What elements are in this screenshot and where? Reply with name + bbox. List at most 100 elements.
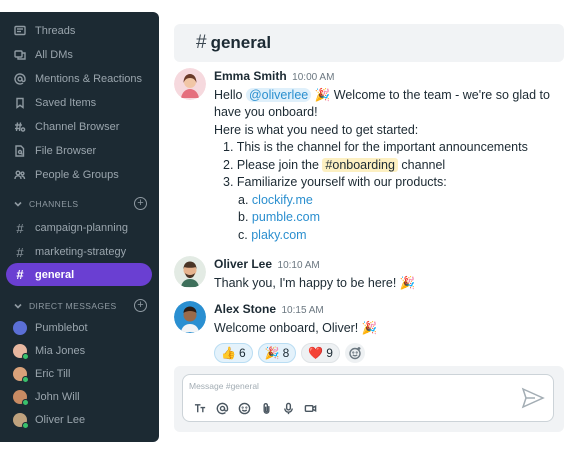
channel-browser-icon xyxy=(13,120,27,134)
list-text: This is the channel for the important an… xyxy=(236,140,528,154)
avatar xyxy=(13,413,29,429)
sidebar-channel-general[interactable]: # general xyxy=(6,263,152,286)
sidebar-item-label: Channel Browser xyxy=(35,121,120,133)
dms-section-header[interactable]: DIRECT MESSAGES + xyxy=(0,298,159,314)
party-icon: 🎉 xyxy=(264,346,280,360)
author-name[interactable]: Emma Smith xyxy=(214,69,287,83)
main-panel: # general Emma Smith 10:00 AM Hello @oli… xyxy=(159,12,577,442)
hash-icon: # xyxy=(16,220,24,236)
channel-header: # general xyxy=(174,24,564,62)
avatar[interactable] xyxy=(174,256,206,288)
all-dms-icon xyxy=(13,48,27,62)
reaction-count: 8 xyxy=(282,346,290,360)
list-item: 2. Please join the #onboarding channel xyxy=(214,157,554,175)
sidebar-item-people[interactable]: People & Groups xyxy=(0,164,159,186)
avatar xyxy=(13,367,29,383)
message-input[interactable] xyxy=(189,379,509,393)
list-item: c. plaky.com xyxy=(214,227,554,245)
reactions-bar: 👍 6 🎉 8 ❤️ 9 xyxy=(214,343,365,363)
dm-label: Mia Jones xyxy=(35,345,86,357)
attachment-icon[interactable] xyxy=(257,399,275,417)
emoji-icon[interactable] xyxy=(235,399,253,417)
sidebar-item-channel-browser[interactable]: Channel Browser xyxy=(0,116,159,138)
channels-section-header[interactable]: CHANNELS + xyxy=(0,196,159,212)
list-item: 1. This is the channel for the important… xyxy=(214,139,554,157)
reaction-count: 6 xyxy=(238,346,246,360)
composer-toolbar xyxy=(191,399,319,417)
party-emoji: 🎉 xyxy=(314,87,331,102)
list-item: b. pumble.com xyxy=(214,209,554,227)
reaction-heart[interactable]: ❤️ 9 xyxy=(301,343,340,363)
timestamp: 10:10 AM xyxy=(277,260,320,271)
sidebar-item-saved[interactable]: Saved Items xyxy=(0,92,159,114)
hash-icon: # xyxy=(16,267,24,282)
people-icon xyxy=(13,168,27,182)
section-title: DIRECT MESSAGES xyxy=(29,301,117,311)
dm-label: Oliver Lee xyxy=(35,414,86,426)
sidebar-item-file-browser[interactable]: File Browser xyxy=(0,140,159,162)
sidebar-item-label: People & Groups xyxy=(35,169,119,181)
message-composer[interactable] xyxy=(182,374,554,422)
channel-tag[interactable]: #onboarding xyxy=(322,157,398,172)
avatar[interactable] xyxy=(174,68,206,100)
sidebar-item-all-dms[interactable]: All DMs xyxy=(0,44,159,66)
sidebar-item-label: Saved Items xyxy=(35,97,97,109)
list-number: 2. xyxy=(223,157,234,172)
page-title: general xyxy=(210,33,272,52)
channel-label: campaign-planning xyxy=(35,222,128,234)
list-item: 3. Familiarize yourself with our product… xyxy=(214,174,554,192)
sidebar-dm-pumblebot[interactable]: Pumblebot xyxy=(0,317,159,339)
message-text: Thank you, I'm happy to be here! xyxy=(214,275,397,290)
link-plaky[interactable]: plaky.com xyxy=(251,228,306,242)
sidebar-channel-marketing-strategy[interactable]: # marketing-strategy xyxy=(0,241,159,263)
list-text: Familiarize yourself with our products: xyxy=(236,175,447,189)
message-body: Alex Stone 10:15 AM Welcome onboard, Oli… xyxy=(214,301,554,337)
list-number: 3. xyxy=(223,175,234,189)
text-format-icon[interactable] xyxy=(191,399,209,417)
party-emoji: 🎉 xyxy=(361,320,378,335)
user-mention[interactable]: @oliverlee xyxy=(245,87,312,102)
dm-label: John Will xyxy=(35,391,80,403)
online-status-icon xyxy=(22,422,29,429)
at-icon xyxy=(13,72,27,86)
section-title: CHANNELS xyxy=(29,199,79,209)
hash-icon: # xyxy=(196,32,207,53)
avatar[interactable] xyxy=(174,301,206,333)
list-letter: a. xyxy=(238,192,249,207)
dm-label: Eric Till xyxy=(35,368,71,380)
add-dm-icon[interactable]: + xyxy=(134,299,147,312)
sidebar-dm-oliver-lee[interactable]: Oliver Lee xyxy=(0,409,159,431)
author-name[interactable]: Oliver Lee xyxy=(214,257,272,271)
add-channel-icon[interactable]: + xyxy=(134,197,147,210)
reaction-thumbs-up[interactable]: 👍 6 xyxy=(214,343,253,363)
reaction-party[interactable]: 🎉 8 xyxy=(257,343,297,363)
sidebar-dm-john-will[interactable]: John Will xyxy=(0,386,159,408)
link-pumble[interactable]: pumble.com xyxy=(252,210,320,224)
mention-icon[interactable] xyxy=(213,399,231,417)
bookmark-icon xyxy=(13,96,27,110)
sidebar-item-label: Threads xyxy=(35,25,76,37)
sidebar-item-label: All DMs xyxy=(35,49,73,61)
online-status-icon xyxy=(22,353,29,360)
sidebar-item-mentions[interactable]: Mentions & Reactions xyxy=(0,68,159,90)
video-icon[interactable] xyxy=(301,399,319,417)
sidebar-channel-campaign-planning[interactable]: # campaign-planning xyxy=(0,217,159,239)
chevron-down-icon xyxy=(13,199,23,209)
message-body: Oliver Lee 10:10 AM Thank you, I'm happy… xyxy=(214,256,554,292)
add-reaction-button[interactable] xyxy=(344,343,365,363)
send-icon[interactable] xyxy=(521,387,545,409)
chevron-down-icon xyxy=(13,301,23,311)
timestamp: 10:00 AM xyxy=(292,72,335,83)
microphone-icon[interactable] xyxy=(279,399,297,417)
link-clockify[interactable]: clockify.me xyxy=(252,193,313,207)
author-name[interactable]: Alex Stone xyxy=(214,302,276,316)
sidebar-item-threads[interactable]: Threads xyxy=(0,20,159,42)
message-text: Here is what you need to get started: xyxy=(214,122,419,137)
reaction-count: 9 xyxy=(326,346,333,360)
thumbs-up-icon: 👍 xyxy=(221,346,236,360)
list-text: channel xyxy=(401,157,446,172)
sidebar-dm-eric-till[interactable]: Eric Till xyxy=(0,363,159,385)
list-letter: c. xyxy=(238,227,248,242)
threads-icon xyxy=(13,24,27,38)
sidebar-dm-mia-jones[interactable]: Mia Jones xyxy=(0,340,159,362)
